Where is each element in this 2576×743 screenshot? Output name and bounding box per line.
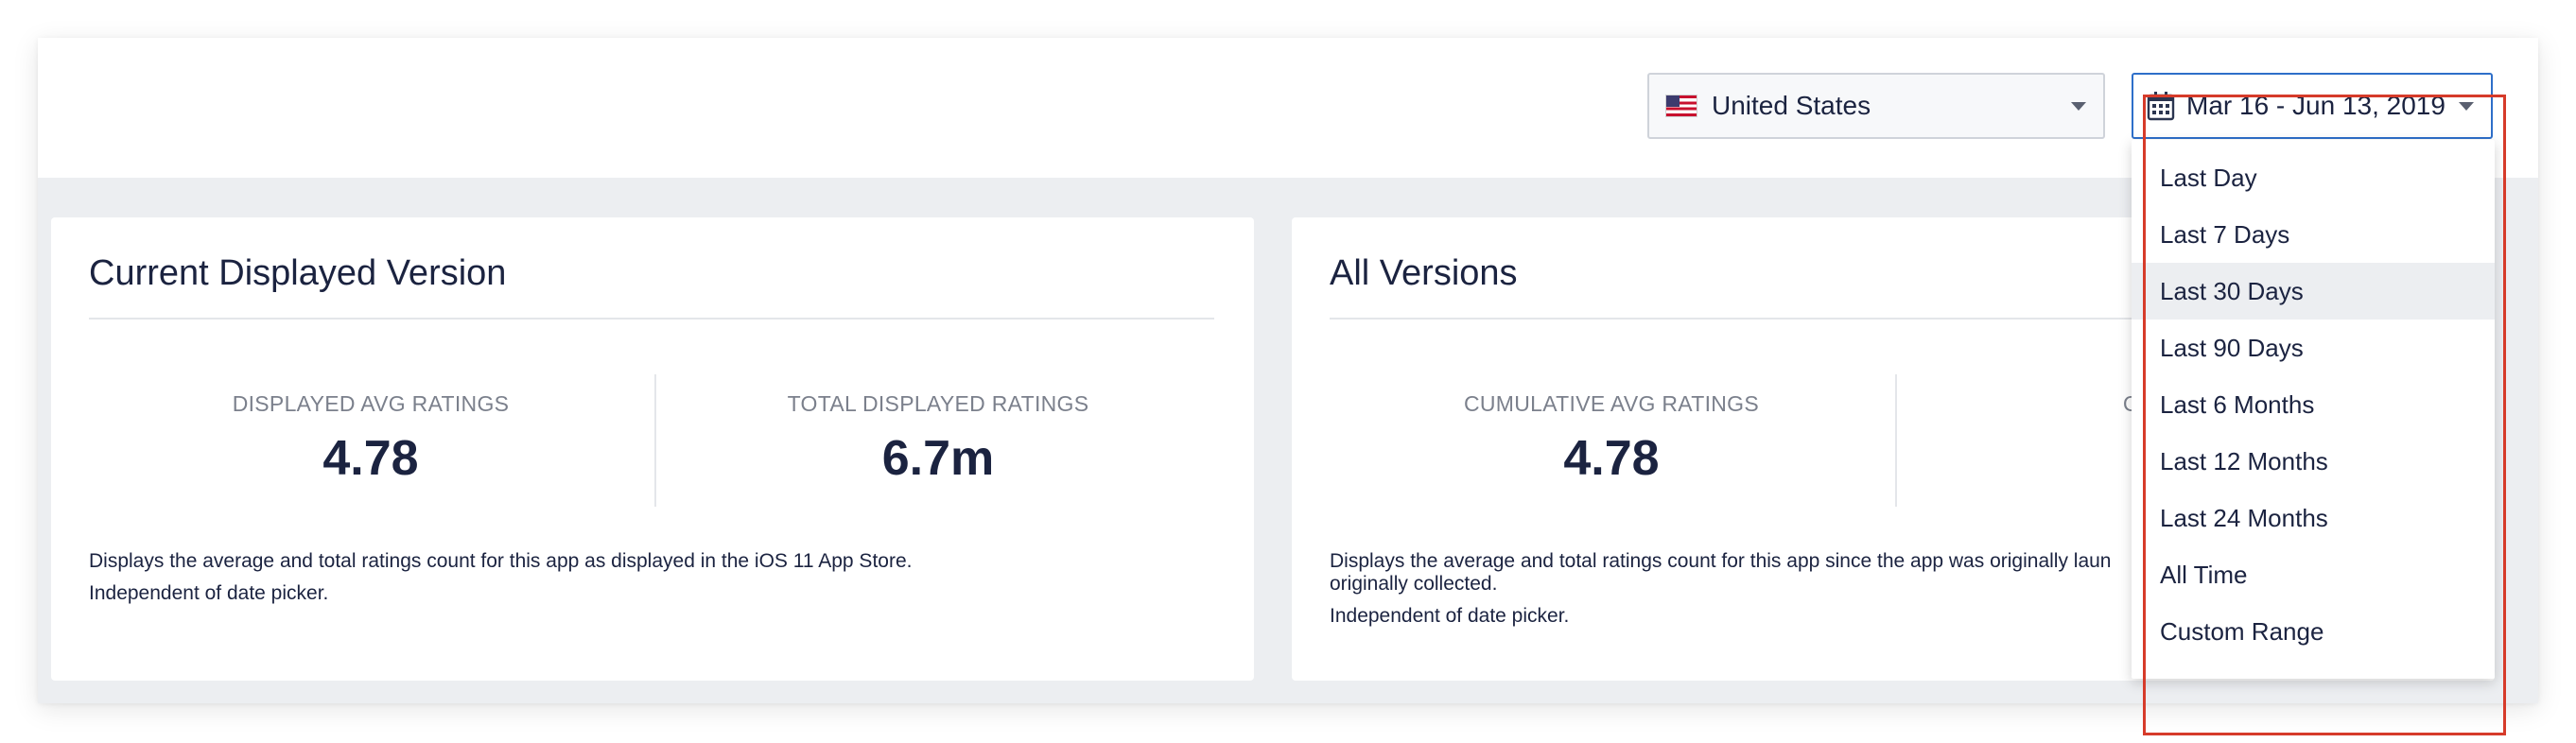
description-note: Independent of date picker. (1330, 605, 1570, 627)
metric-label: TOTAL DISPLAYED RATINGS (787, 391, 1089, 416)
app-frame: United States Mar 16 - Jun 13, 2019 Curr… (38, 38, 2538, 735)
metric-label: CUMULATIVE AVG RATINGS (1463, 391, 1760, 416)
card-title: All Versions (1330, 253, 1518, 293)
metric-value: 6.7m (881, 431, 995, 486)
metric-label: DISPLAYED AVG RATINGS (232, 391, 510, 416)
card-description: Displays the average and total ratings c… (1330, 550, 2112, 628)
card-title: Current Displayed Version (89, 253, 507, 293)
card-description: Displays the average and total ratings c… (89, 550, 912, 605)
current-version-card: Current Displayed Version DISPLAYED AVG … (51, 217, 1254, 681)
total-displayed-ratings-metric: TOTAL DISPLAYED RATINGS 6.7m (656, 391, 1220, 487)
us-flag-icon (1666, 95, 1697, 116)
country-select[interactable]: United States (1647, 73, 2105, 139)
metric-value: 4.78 (1563, 431, 1660, 486)
country-select-label: United States (1712, 91, 1871, 120)
displayed-avg-ratings-metric: DISPLAYED AVG RATINGS 4.78 (89, 391, 653, 487)
description-note: Independent of date picker. (89, 582, 329, 604)
annotation-highlight-box (2143, 95, 2506, 735)
divider (89, 318, 1214, 320)
description-text-continued: originally collected. (1330, 573, 1498, 595)
cumulative-avg-ratings-metric: CUMULATIVE AVG RATINGS 4.78 (1330, 391, 1893, 487)
chevron-down-icon (2071, 102, 2086, 111)
description-text: Displays the average and total ratings c… (89, 550, 913, 572)
metric-value: 4.78 (322, 431, 419, 486)
description-text: Displays the average and total ratings c… (1330, 550, 2112, 572)
